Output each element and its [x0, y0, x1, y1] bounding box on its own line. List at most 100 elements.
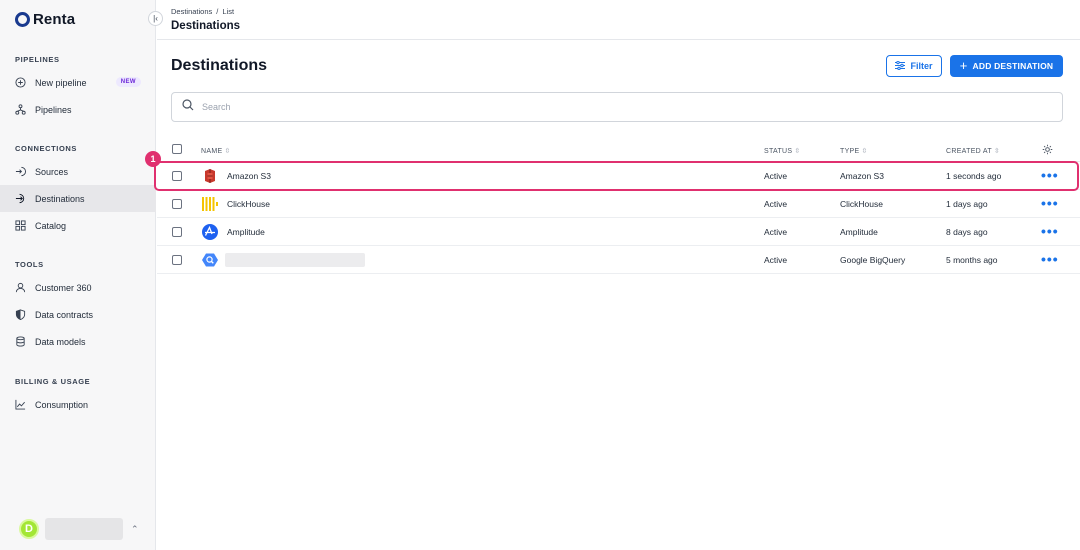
sidebar-item-destinations[interactable]: Destinations [0, 185, 156, 212]
sidebar-item-label: Pipelines [35, 104, 72, 115]
sort-icon: ⇳ [993, 148, 1001, 155]
app-logo[interactable]: Renta [15, 11, 75, 28]
sidebar-item-pipelines[interactable]: Pipelines [0, 96, 156, 123]
destination-name-redacted[interactable] [225, 253, 365, 267]
nav-section-tools: TOOLS Customer 360 Data contracts Data m… [0, 258, 156, 355]
more-actions-button[interactable]: ••• [1041, 223, 1059, 239]
sidebar-item-new-pipeline[interactable]: New pipeline NEW [0, 69, 156, 96]
destination-type: ClickHouse [840, 199, 883, 209]
pipelines-icon [15, 104, 26, 115]
section-title: TOOLS [15, 260, 44, 269]
search-input[interactable] [202, 102, 1002, 112]
more-actions-button[interactable]: ••• [1041, 251, 1059, 267]
column-header-type[interactable]: TYPE ⇳ [840, 147, 868, 156]
destination-created-at: 1 days ago [946, 199, 988, 209]
sort-icon: ⇳ [794, 148, 801, 155]
section-title: CONNECTIONS [15, 144, 78, 153]
row-checkbox[interactable] [172, 227, 182, 237]
sidebar-item-label: Catalog [35, 220, 67, 231]
renta-logo-icon [15, 12, 30, 27]
sidebar-item-label: Customer 360 [35, 282, 92, 293]
amplitude-icon [202, 224, 218, 240]
plus-circle-icon [15, 77, 26, 88]
section-title: BILLING & USAGE [15, 377, 91, 386]
collapse-sidebar-button[interactable]: |‹ [148, 11, 163, 26]
search-bar [171, 92, 1063, 122]
filter-label: Filter [910, 61, 933, 71]
chart-line-icon [15, 399, 26, 410]
destination-type: Google BigQuery [840, 255, 906, 265]
row-checkbox[interactable] [172, 255, 182, 265]
destinations-icon [15, 193, 26, 204]
destination-name[interactable]: Amazon S3 [227, 171, 271, 181]
user-menu[interactable]: D ⌃ [19, 518, 139, 540]
sort-icon: ⇳ [224, 148, 231, 155]
breadcrumb-item-destinations[interactable]: Destinations [171, 7, 212, 16]
row-checkbox[interactable] [172, 171, 182, 181]
gear-icon[interactable] [1042, 144, 1053, 155]
topbar: Destinations / List Destinations [157, 0, 1080, 40]
sidebar-item-data-models[interactable]: Data models [0, 328, 156, 355]
breadcrumb: Destinations / List [171, 7, 234, 16]
destination-type: Amazon S3 [840, 171, 884, 181]
sidebar-item-label: Data models [35, 336, 86, 347]
destination-created-at: 1 seconds ago [946, 171, 1002, 181]
avatar: D [19, 519, 39, 539]
destination-status: Active [764, 227, 788, 237]
destination-name[interactable]: ClickHouse [227, 199, 270, 209]
shield-icon [15, 309, 26, 320]
plus-icon: + [959, 58, 968, 73]
bigquery-icon [202, 252, 218, 268]
destination-status: Active [764, 199, 788, 209]
more-actions-button[interactable]: ••• [1041, 167, 1059, 183]
step-marker: 1 [145, 151, 161, 167]
database-icon [15, 336, 26, 347]
sidebar-item-label: New pipeline [35, 77, 87, 88]
app-name: Renta [33, 11, 76, 28]
destination-created-at: 5 months ago [946, 255, 998, 265]
table-row[interactable]: Amplitude Active Amplitude 8 days ago ••… [157, 218, 1080, 246]
sources-icon [15, 166, 26, 177]
new-badge: NEW [115, 77, 141, 87]
header-title: Destinations [171, 20, 241, 32]
table-row[interactable]: Amazon S3 Active Amazon S3 1 seconds ago… [157, 162, 1080, 190]
sidebar-item-consumption[interactable]: Consumption [0, 391, 156, 418]
sidebar-item-customer-360[interactable]: Customer 360 [0, 274, 156, 301]
column-label: STATUS [764, 147, 793, 155]
column-header-status[interactable]: STATUS ⇳ [764, 147, 801, 156]
row-checkbox[interactable] [172, 199, 182, 209]
table-row[interactable]: Active Google BigQuery 5 months ago ••• [157, 246, 1080, 274]
search-icon [182, 98, 194, 116]
chevron-up-down-icon: ⌃ [131, 523, 139, 534]
sidebar-item-label: Sources [35, 166, 69, 177]
amazon-s3-icon [202, 168, 218, 184]
page-title: Destinations [171, 57, 268, 74]
column-label: CREATED AT [946, 147, 992, 155]
sidebar-item-label: Consumption [35, 399, 89, 410]
filter-button[interactable]: Filter [886, 55, 942, 77]
catalog-icon [15, 220, 26, 231]
select-all-checkbox[interactable] [172, 144, 182, 154]
filter-icon [895, 60, 906, 72]
nav-section-connections: CONNECTIONS Sources Destinations Catalog [0, 142, 156, 239]
destination-status: Active [764, 255, 788, 265]
destination-name[interactable]: Amplitude [227, 227, 265, 237]
clickhouse-icon [202, 196, 218, 212]
nav-section-pipelines: PIPELINES New pipeline NEW Pipelines [0, 53, 156, 123]
more-actions-button[interactable]: ••• [1041, 195, 1059, 211]
sidebar-item-sources[interactable]: Sources [0, 158, 156, 185]
add-destination-button[interactable]: + ADD DESTINATION [950, 55, 1063, 77]
sidebar: Renta PIPELINES New pipeline NEW Pipelin… [0, 0, 156, 550]
destination-type: Amplitude [840, 227, 878, 237]
sidebar-item-data-contracts[interactable]: Data contracts [0, 301, 156, 328]
section-title: PIPELINES [15, 55, 60, 64]
column-header-created-at[interactable]: CREATED AT ⇳ [946, 147, 1001, 156]
table-row[interactable]: ClickHouse Active ClickHouse 1 days ago … [157, 190, 1080, 218]
breadcrumb-separator: / [216, 7, 219, 16]
sidebar-item-label: Destinations [35, 193, 85, 204]
sidebar-item-catalog[interactable]: Catalog [0, 212, 156, 239]
column-header-name[interactable]: NAME ⇳ [201, 147, 231, 156]
add-destination-label: ADD DESTINATION [972, 61, 1054, 71]
destination-status: Active [764, 171, 788, 181]
column-label: NAME [201, 147, 223, 155]
